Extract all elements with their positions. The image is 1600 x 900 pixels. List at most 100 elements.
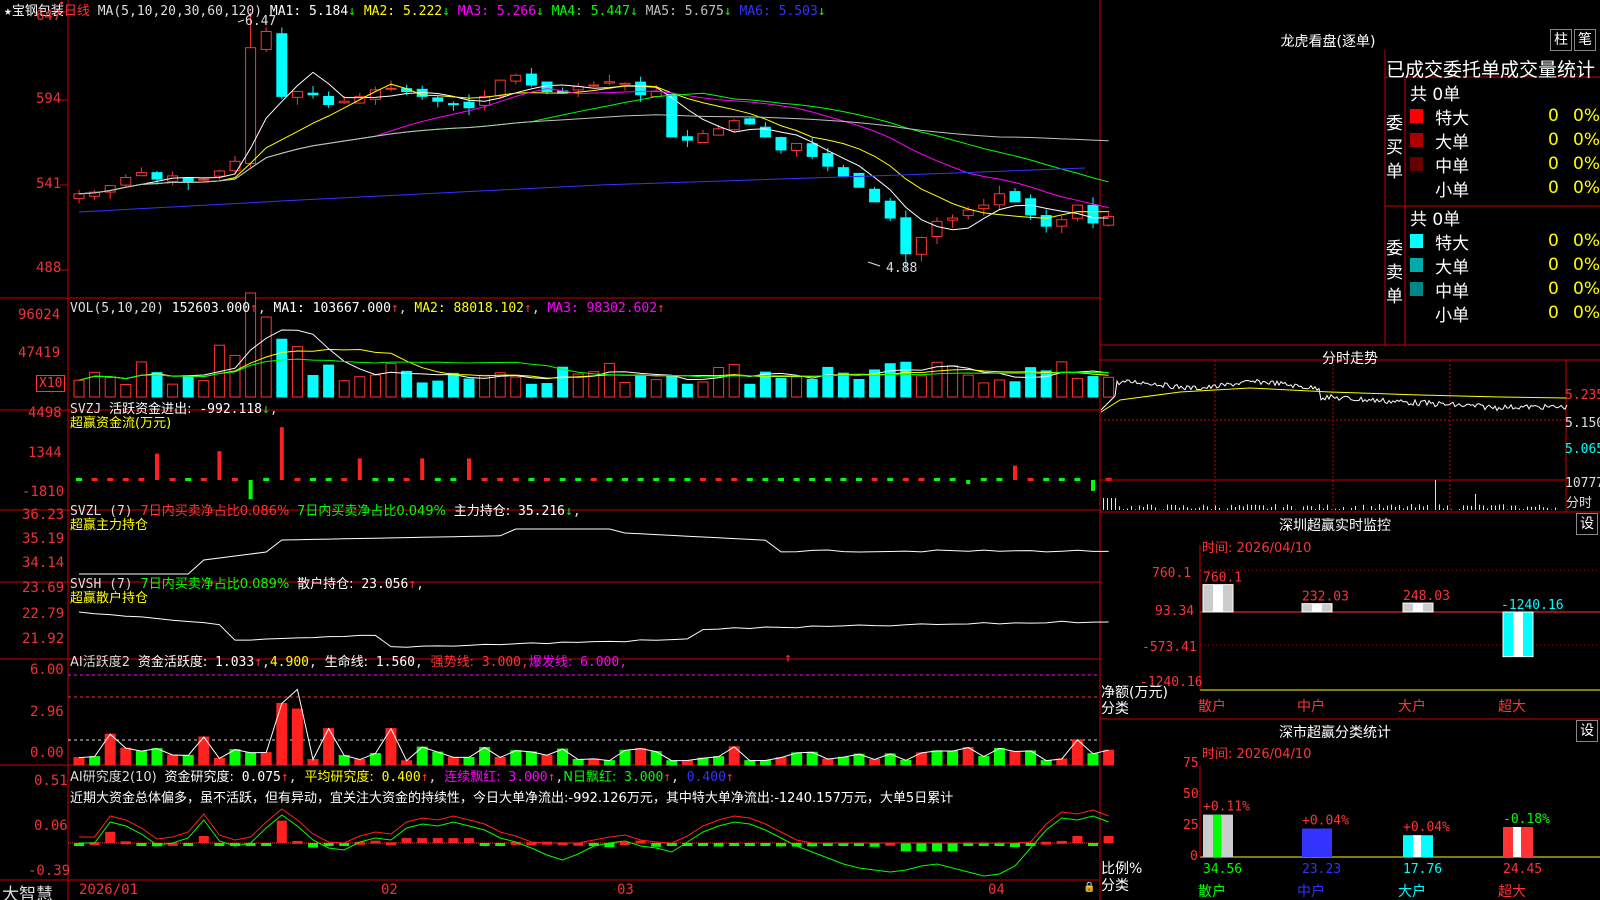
research-bar (183, 843, 194, 846)
flow-dash (590, 478, 597, 481)
lhb-title-wrap: 龙虎看盘(逐单) (1100, 31, 1556, 51)
ai1-life-label: 生命线: (324, 655, 369, 670)
intraday-volume (1407, 506, 1408, 510)
intraday-volume (1495, 505, 1496, 510)
research-bar (651, 843, 662, 847)
column-view-button[interactable]: 柱 (1550, 29, 1572, 51)
category-label: 中户 (1297, 883, 1325, 900)
price-axis-label: 594 (36, 91, 62, 107)
candle (1087, 204, 1099, 224)
research-bar (1072, 836, 1083, 843)
flow-dash (622, 478, 628, 481)
candle (947, 217, 959, 221)
star-icon: ★ (4, 4, 12, 19)
activity-bar (167, 754, 179, 766)
intraday-volume (1187, 507, 1188, 510)
buy-order-label: 委买单 (1386, 114, 1403, 182)
price-axis-label: 541 (36, 176, 62, 192)
lhb-subtitle: 已成交委托单成交量统计 (1386, 59, 1596, 81)
candle (635, 81, 647, 96)
order-row: 特大 0 0% (1410, 229, 1600, 254)
volume-bar (1071, 377, 1083, 398)
candle (447, 103, 459, 106)
sz-settings-button[interactable]: 设 (1576, 513, 1598, 535)
intraday-volume (1483, 505, 1484, 510)
flow-dash (1058, 478, 1065, 481)
sz-time: 时间: 2026/04/10 (1202, 541, 1312, 556)
flow-dash (606, 478, 613, 481)
ma-values: MA1: 5.184↓ MA2: 5.222↓ MA3: 5.266↓ MA4:… (270, 4, 826, 19)
ss-settings-button[interactable]: 设 (1576, 720, 1598, 742)
ma-item: MA4: 5.447 (543, 4, 630, 19)
flow-dash (341, 478, 348, 481)
intraday-volume (1419, 504, 1420, 510)
candle (182, 177, 194, 183)
arrow-up-icon: ↑ (280, 770, 289, 785)
volume-bar (978, 382, 990, 398)
flow-dash (310, 478, 316, 481)
volume-bar (541, 383, 553, 398)
candle (198, 178, 210, 181)
sz-axis-label: 93.34 (1155, 604, 1195, 619)
candle (1009, 191, 1021, 203)
ai1-value: 1.033 (215, 655, 255, 670)
volume-bar (510, 376, 522, 398)
intraday-volume (1499, 504, 1500, 510)
color-swatch (1410, 234, 1424, 248)
period-label[interactable]: 日线 (64, 4, 90, 19)
sz-axis-label: -573.41 (1142, 640, 1197, 655)
lock-icon[interactable]: 🔒 (1083, 882, 1095, 893)
intraday-volume (1447, 505, 1448, 510)
volume-bar (1103, 376, 1115, 398)
net-bar-label: -1240.16 (1501, 598, 1564, 613)
ai2-avg-label: 平均研究度: (304, 770, 374, 785)
research-line (79, 808, 1109, 844)
research-bar (370, 840, 381, 844)
arrow-down-icon: ↓ (536, 4, 544, 19)
volume-bar (1009, 381, 1021, 398)
order-row: 小单 0 0% (1410, 176, 1600, 201)
flow-dash (1043, 478, 1050, 481)
high-pointer (237, 19, 245, 23)
order-type: 中单 (1435, 281, 1470, 302)
sell-total: 共 0单 (1410, 210, 1461, 230)
volume-bar (635, 374, 647, 398)
ratio-bar-highlight (1213, 814, 1221, 857)
activity-bar (135, 750, 147, 766)
candle (291, 91, 303, 98)
research-bar (1088, 843, 1098, 846)
separator: , (257, 301, 266, 316)
flow-bar (357, 458, 362, 480)
order-type: 中单 (1435, 156, 1470, 177)
ai2-axis-label: 0.06 (34, 818, 68, 834)
intraday-volume (1119, 506, 1120, 510)
activity-bar (962, 747, 974, 766)
main-chart-svg[interactable]: 760.1232.03 248.03-1240.16散户 中户 大户 超大+0.11%3… (0, 0, 1600, 900)
intraday-volume (1155, 507, 1156, 510)
ai2-red-value: 3.000 (508, 770, 548, 785)
intraday-volume (1215, 505, 1216, 510)
intraday-volume (1239, 505, 1240, 510)
candle (931, 220, 943, 237)
order-type: 特大 (1435, 233, 1470, 254)
ai1-axis-label: 6.00 (30, 662, 64, 678)
volume-bar (603, 362, 615, 398)
order-type: 大单 (1435, 132, 1470, 153)
ratio-value-label: 34.56 (1203, 862, 1242, 877)
activity-bar (1087, 753, 1099, 766)
flow-bar (248, 480, 253, 500)
activity-bar (510, 750, 522, 766)
ratio-change-label: +0.04% (1302, 814, 1349, 829)
arrow-up-icon: ↑ (408, 577, 417, 592)
activity-bar (213, 757, 225, 766)
intraday-volume (1167, 504, 1168, 510)
activity-bar (245, 752, 257, 766)
separator: , (521, 655, 529, 670)
volume-bar (557, 366, 569, 398)
intraday-volume (1191, 508, 1192, 510)
intraday-volume (1247, 504, 1248, 510)
stroke-view-button[interactable]: 笔 (1574, 29, 1596, 51)
flow-dash (481, 478, 488, 481)
research-bar (713, 843, 724, 847)
volume-bar (276, 338, 288, 398)
